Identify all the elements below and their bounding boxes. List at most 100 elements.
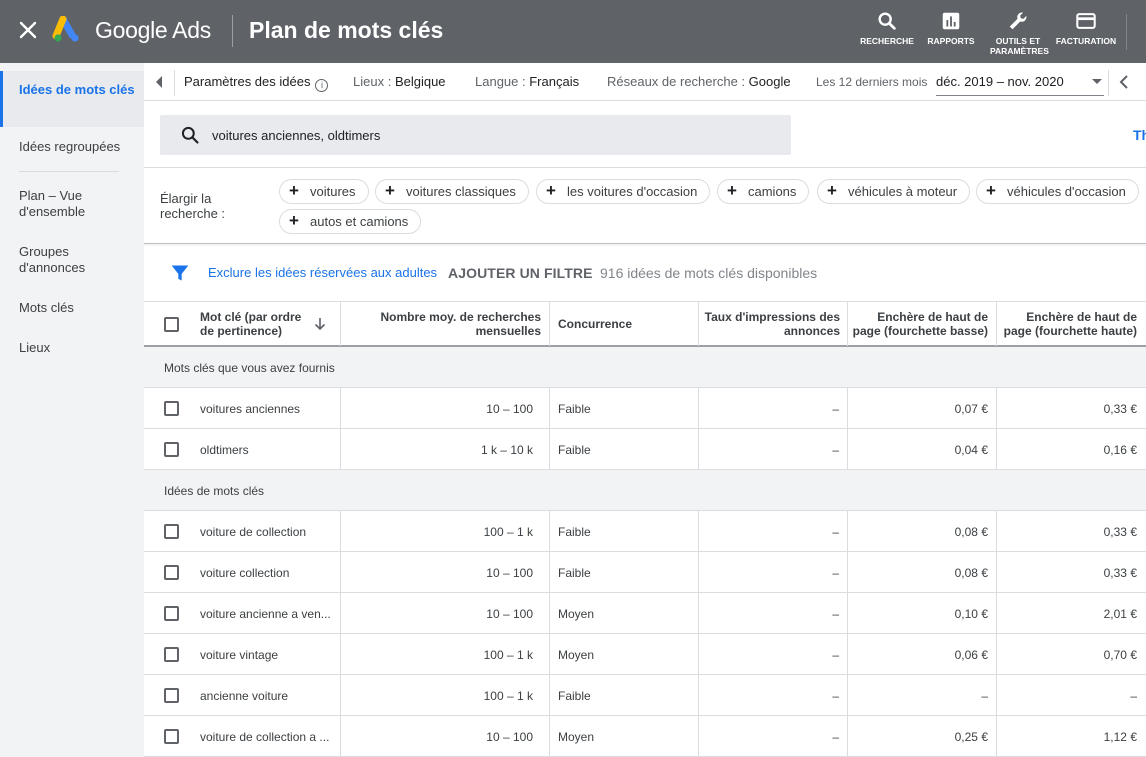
chip-vehicules-moteur[interactable]: + véhicules à moteur bbox=[817, 179, 971, 204]
chip-voitures[interactable]: + voitures bbox=[279, 179, 369, 204]
bid-low-cell: 0,07 € bbox=[954, 402, 988, 416]
tools-settings-button[interactable]: OUTILS ET PARAMÈTRES bbox=[987, 10, 1049, 56]
table-header: Mot clé (par ordre de pertinence) Nombre… bbox=[144, 301, 1146, 347]
column-header-bid-high[interactable]: Enchère de haut de page (fourchette haut… bbox=[1001, 302, 1137, 346]
row-checkbox[interactable] bbox=[164, 565, 179, 580]
column-header-keyword[interactable]: Mot clé (par ordre de pertinence) bbox=[200, 302, 310, 346]
column-divider bbox=[996, 634, 997, 675]
column-divider bbox=[847, 511, 848, 552]
competition-cell: Faible bbox=[558, 689, 591, 703]
column-label: Mot clé (par ordre de pertinence) bbox=[200, 310, 302, 338]
search-tool-button[interactable]: RECHERCHE bbox=[857, 10, 917, 46]
add-filter-button[interactable]: AJOUTER UN FILTRE bbox=[448, 265, 593, 281]
column-header-competition[interactable]: Concurrence bbox=[558, 302, 678, 346]
table-row[interactable]: voitures anciennes 10 – 100 Faible – 0,0… bbox=[144, 388, 1146, 429]
date-range-select[interactable]: déc. 2019 – nov. 2020 bbox=[936, 74, 1104, 96]
chevron-left-icon[interactable] bbox=[1119, 75, 1129, 89]
column-divider bbox=[698, 634, 699, 675]
column-divider bbox=[549, 716, 550, 757]
plus-icon: + bbox=[727, 181, 737, 200]
section-title: Mots clés que vous avez fournis bbox=[164, 361, 335, 375]
column-divider bbox=[996, 429, 997, 470]
info-icon[interactable]: i bbox=[315, 79, 329, 92]
params-title[interactable]: Paramètres des idées i bbox=[184, 74, 329, 92]
row-checkbox[interactable] bbox=[164, 524, 179, 539]
competition-cell: Faible bbox=[558, 566, 591, 580]
column-divider bbox=[847, 716, 848, 757]
sidebar-item-locations[interactable]: Lieux bbox=[19, 340, 137, 356]
column-label: Enchère de haut de page (fourchette haut… bbox=[1003, 310, 1137, 338]
column-divider bbox=[847, 302, 848, 346]
row-checkbox[interactable] bbox=[164, 442, 179, 457]
impressions-cell: – bbox=[832, 730, 839, 744]
sidebar-item-plan-overview[interactable]: Plan – Vue d'ensemble bbox=[19, 188, 119, 220]
exclude-adult-filter[interactable]: Exclure les idées réservées aux adultes bbox=[208, 265, 437, 280]
keyword-cell: oldtimers bbox=[200, 443, 249, 457]
chip-autos-camions[interactable]: + autos et camions bbox=[279, 209, 422, 234]
column-header-searches[interactable]: Nombre moy. de recherches mensuelles bbox=[366, 302, 541, 346]
chip-voitures-classiques[interactable]: + voitures classiques bbox=[375, 179, 529, 204]
brand-name: Google Ads bbox=[95, 17, 211, 43]
column-divider bbox=[549, 675, 550, 716]
filter-icon[interactable] bbox=[170, 263, 190, 283]
column-divider bbox=[847, 634, 848, 675]
chevron-down-icon bbox=[1092, 79, 1102, 84]
collapse-left-icon[interactable] bbox=[154, 75, 164, 89]
searches-cell: 10 – 100 bbox=[486, 566, 533, 580]
column-label: Enchère de haut de page (fourchette bass… bbox=[852, 310, 988, 338]
params-location[interactable]: Lieux : Belgique bbox=[353, 74, 446, 89]
column-divider bbox=[340, 593, 341, 634]
column-divider bbox=[996, 302, 997, 346]
sidebar-item-ad-groups[interactable]: Groupes d'annonces bbox=[19, 244, 119, 276]
searches-cell: 10 – 100 bbox=[486, 730, 533, 744]
column-header-impressions[interactable]: Taux d'impressions des annonces bbox=[704, 302, 840, 346]
close-icon[interactable] bbox=[16, 18, 40, 42]
table-row[interactable]: voiture vintage 100 – 1 k Moyen – 0,06 €… bbox=[144, 634, 1146, 675]
reports-tool-button[interactable]: RAPPORTS bbox=[921, 10, 981, 46]
sidebar-item-keyword-ideas[interactable]: Idées de mots clés bbox=[19, 82, 137, 98]
column-divider bbox=[549, 634, 550, 675]
column-label: Concurrence bbox=[558, 317, 633, 331]
select-all-checkbox[interactable] bbox=[164, 317, 179, 332]
google-ads-logo-icon bbox=[52, 16, 79, 42]
row-checkbox[interactable] bbox=[164, 729, 179, 744]
row-checkbox[interactable] bbox=[164, 647, 179, 662]
table-row[interactable]: oldtimers 1 k – 10 k Faible – 0,04 € 0,1… bbox=[144, 429, 1146, 470]
idea-parameters-bar: Paramètres des idées i Lieux : Belgique L… bbox=[144, 63, 1146, 101]
sidebar-item-grouped-ideas[interactable]: Idées regroupées bbox=[19, 139, 137, 155]
row-checkbox[interactable] bbox=[164, 401, 179, 416]
billing-tool-button[interactable]: FACTURATION bbox=[1054, 10, 1118, 46]
keyword-search-input[interactable]: voitures anciennes, oldtimers bbox=[160, 115, 791, 155]
chip-vehicules-occasion[interactable]: + véhicules d'occasion bbox=[976, 179, 1139, 204]
table-row[interactable]: voiture de collection a ... 10 – 100 Moy… bbox=[144, 716, 1146, 757]
column-divider bbox=[996, 675, 997, 716]
table-row[interactable]: voiture ancienne a ven... 10 – 100 Moyen… bbox=[144, 593, 1146, 634]
section-title: Idées de mots clés bbox=[164, 484, 265, 498]
chip-voitures-occasion[interactable]: + les voitures d'occasion bbox=[536, 179, 711, 204]
column-divider bbox=[996, 511, 997, 552]
truncated-link[interactable]: Th bbox=[1133, 127, 1146, 143]
row-checkbox[interactable] bbox=[164, 606, 179, 621]
params-divider-right bbox=[1108, 70, 1109, 96]
bid-high-cell: 0,33 € bbox=[1103, 566, 1137, 580]
chip-label: camions bbox=[748, 184, 797, 199]
bid-low-cell: 0,08 € bbox=[954, 566, 988, 580]
location-key: Lieux : bbox=[353, 74, 392, 89]
sort-down-icon[interactable] bbox=[314, 317, 326, 331]
column-divider bbox=[549, 429, 550, 470]
chip-label: les voitures d'occasion bbox=[567, 184, 698, 199]
sidebar-item-keywords[interactable]: Mots clés bbox=[19, 300, 137, 316]
column-divider bbox=[340, 634, 341, 675]
chip-camions[interactable]: + camions bbox=[717, 179, 810, 204]
table-row[interactable]: voiture de collection 100 – 1 k Faible –… bbox=[144, 511, 1146, 552]
table-row[interactable]: ancienne voiture 100 – 1 k Faible – – – bbox=[144, 675, 1146, 716]
network-key: Réseaux de recherche : bbox=[607, 74, 746, 89]
params-language[interactable]: Langue : Français bbox=[475, 74, 579, 89]
chip-label: véhicules à moteur bbox=[848, 184, 958, 199]
column-header-bid-low[interactable]: Enchère de haut de page (fourchette bass… bbox=[852, 302, 988, 346]
params-network[interactable]: Réseaux de recherche : Google bbox=[607, 74, 791, 89]
params-title-text: Paramètres des idées bbox=[184, 74, 311, 89]
divider bbox=[144, 243, 1146, 244]
row-checkbox[interactable] bbox=[164, 688, 179, 703]
table-row[interactable]: voiture collection 10 – 100 Faible – 0,0… bbox=[144, 552, 1146, 593]
